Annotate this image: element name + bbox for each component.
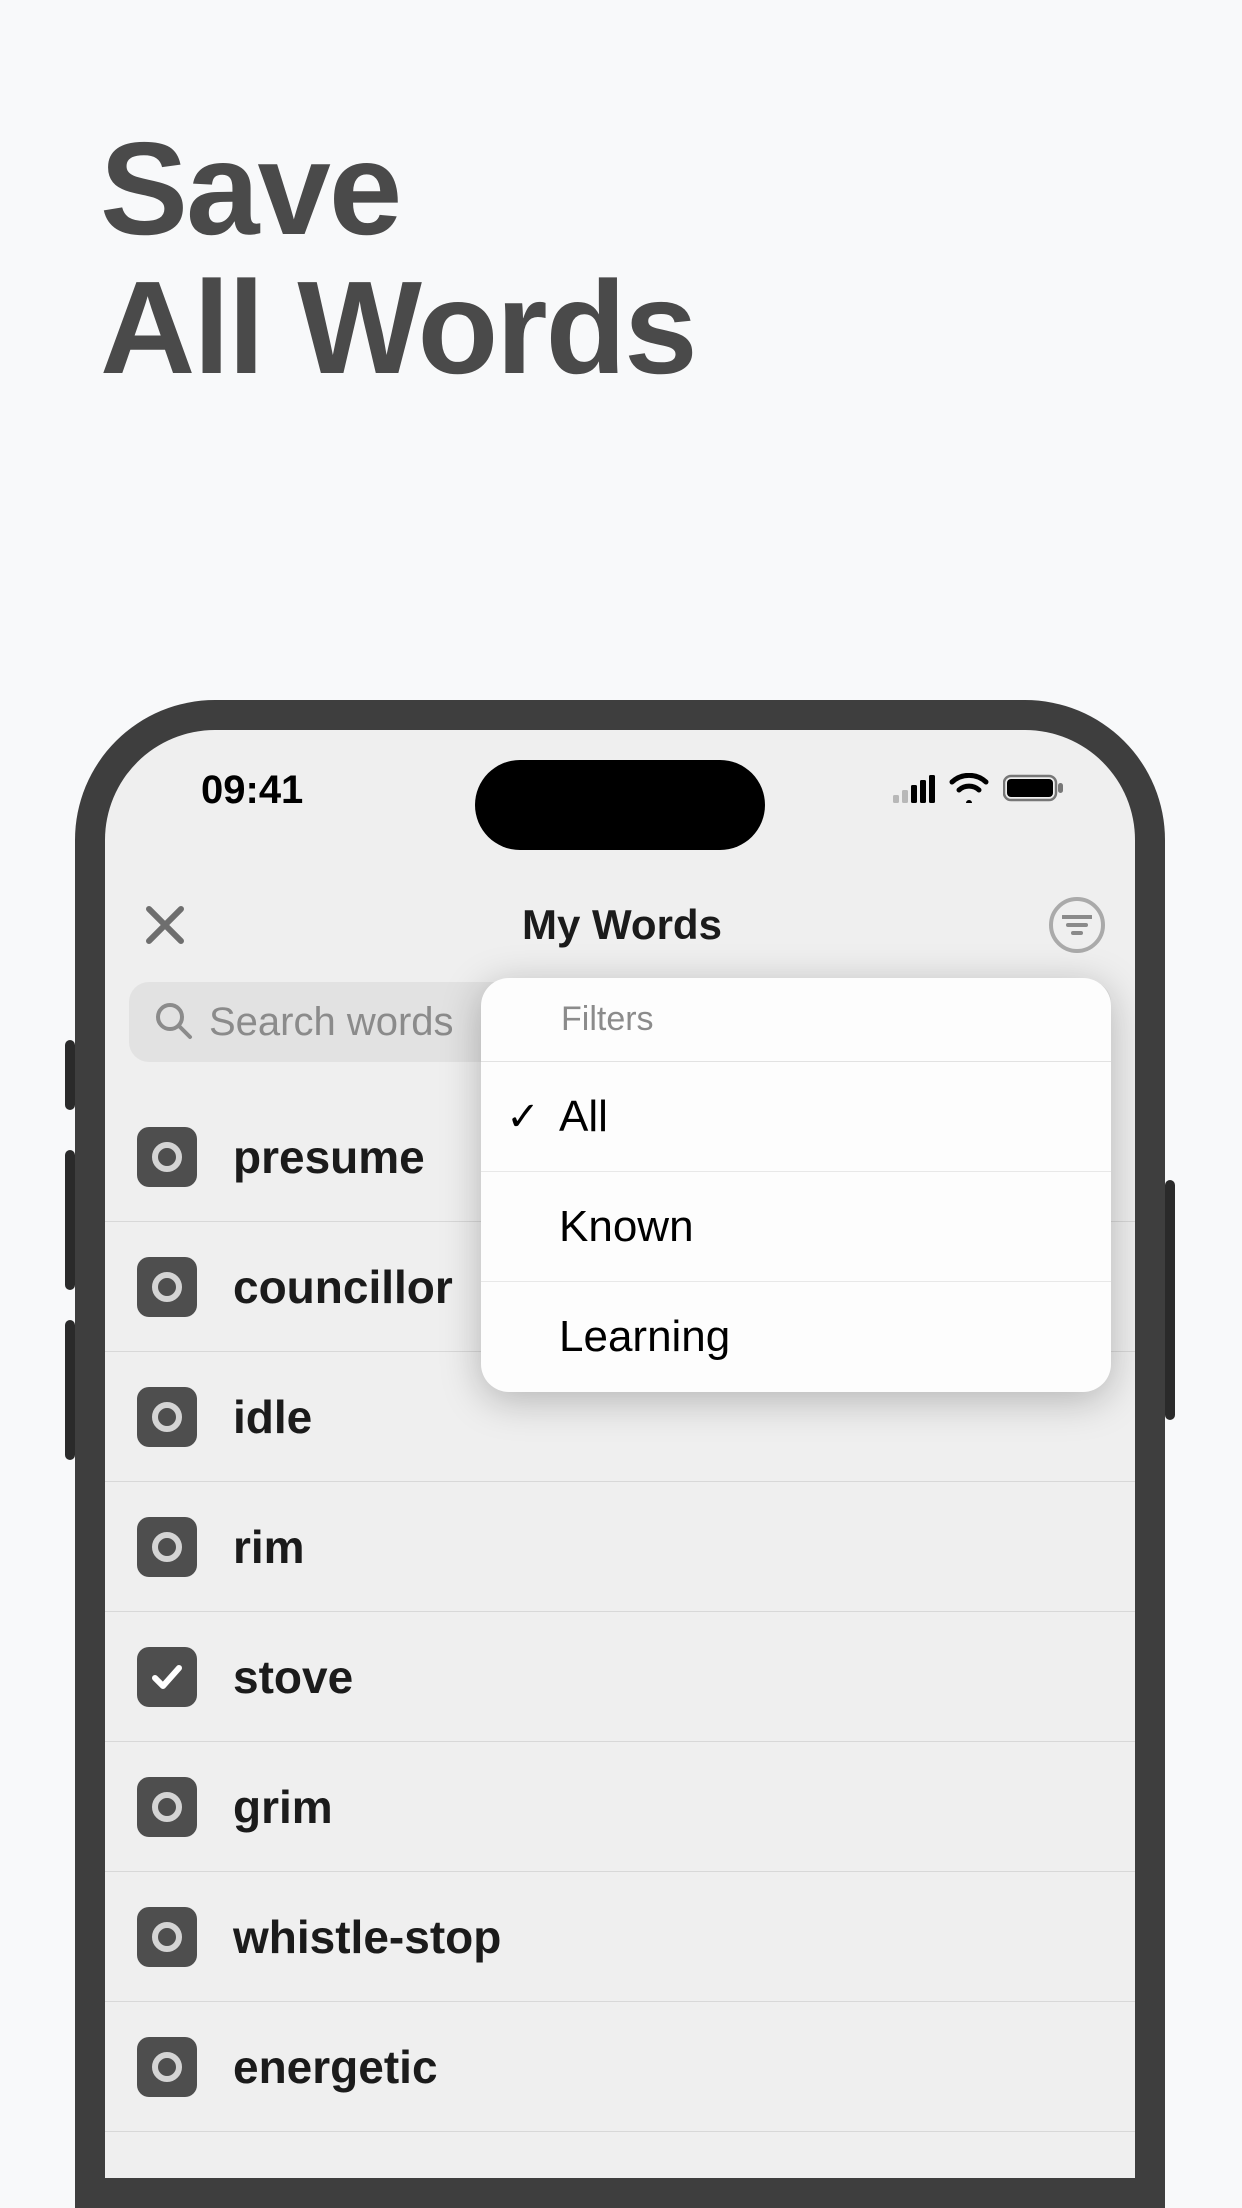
close-button[interactable] bbox=[135, 895, 195, 955]
promo-line-2: All Words bbox=[100, 259, 696, 398]
filter-option[interactable]: Learning bbox=[481, 1282, 1111, 1392]
filter-button[interactable] bbox=[1049, 897, 1105, 953]
filter-icon bbox=[1062, 914, 1092, 936]
filter-option[interactable]: Known bbox=[481, 1172, 1111, 1282]
word-label: idle bbox=[233, 1390, 312, 1444]
word-row[interactable]: whistle-stop bbox=[105, 1872, 1135, 2002]
phone-side-button bbox=[65, 1040, 75, 1110]
page-title: My Words bbox=[195, 901, 1049, 949]
status-learning-icon[interactable] bbox=[137, 1257, 197, 1317]
filter-option-label: Known bbox=[559, 1202, 694, 1252]
status-icons bbox=[893, 768, 1065, 813]
word-row[interactable]: grim bbox=[105, 1742, 1135, 1872]
word-label: grim bbox=[233, 1780, 333, 1834]
dynamic-island bbox=[475, 760, 765, 850]
phone-screen: 09:41 bbox=[105, 730, 1135, 2178]
word-label: councillor bbox=[233, 1260, 453, 1314]
phone-side-button bbox=[1165, 1180, 1175, 1420]
phone-side-button bbox=[65, 1320, 75, 1460]
promo-title: Save All Words bbox=[100, 120, 696, 397]
status-learning-icon[interactable] bbox=[137, 1907, 197, 1967]
word-label: rim bbox=[233, 1520, 305, 1574]
close-icon bbox=[143, 903, 187, 947]
wifi-icon bbox=[949, 768, 989, 813]
filter-option-label: All bbox=[559, 1092, 608, 1142]
filters-popover: Filters ✓ All Known Learning bbox=[481, 978, 1111, 1392]
app-header: My Words bbox=[105, 880, 1135, 970]
promo-line-1: Save bbox=[100, 120, 696, 259]
filter-option-label: Learning bbox=[559, 1312, 730, 1362]
battery-icon bbox=[1003, 768, 1065, 813]
check-icon: ✓ bbox=[505, 1094, 541, 1140]
filter-option[interactable]: ✓ All bbox=[481, 1062, 1111, 1172]
cellular-icon bbox=[893, 768, 935, 813]
status-checked-icon[interactable] bbox=[137, 1647, 197, 1707]
word-label: stove bbox=[233, 1650, 353, 1704]
status-learning-icon[interactable] bbox=[137, 1777, 197, 1837]
word-row[interactable]: stove bbox=[105, 1612, 1135, 1742]
search-icon bbox=[153, 1000, 193, 1045]
status-learning-icon[interactable] bbox=[137, 1517, 197, 1577]
phone-side-button bbox=[65, 1150, 75, 1290]
filters-header: Filters bbox=[481, 978, 1111, 1062]
word-label: presume bbox=[233, 1130, 425, 1184]
status-learning-icon[interactable] bbox=[137, 2037, 197, 2097]
status-learning-icon[interactable] bbox=[137, 1127, 197, 1187]
word-label: whistle-stop bbox=[233, 1910, 501, 1964]
word-label: energetic bbox=[233, 2040, 438, 2094]
word-row[interactable]: energetic bbox=[105, 2002, 1135, 2132]
phone-frame: 09:41 bbox=[75, 700, 1165, 2208]
status-learning-icon[interactable] bbox=[137, 1387, 197, 1447]
status-time: 09:41 bbox=[201, 768, 303, 813]
word-row[interactable]: rim bbox=[105, 1482, 1135, 1612]
